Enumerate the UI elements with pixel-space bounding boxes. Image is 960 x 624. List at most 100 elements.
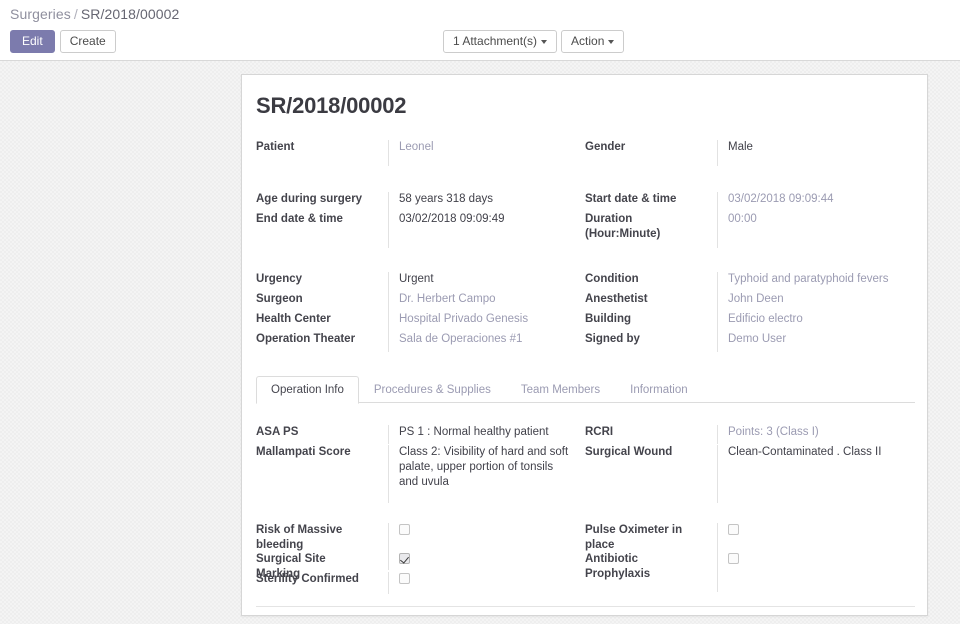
- field-value-condition[interactable]: Typhoid and paratyphoid fevers: [717, 272, 917, 292]
- notebook-tab-bar: Operation Info Procedures & Supplies Team …: [256, 375, 915, 404]
- field-label-rcri: RCRI: [585, 426, 614, 438]
- field-surgeon: Surgeon Dr. Herbert Campo: [256, 292, 581, 312]
- attachments-label: 1 Attachment(s): [453, 34, 538, 48]
- field-value-anesthetist[interactable]: John Deen: [717, 292, 917, 312]
- breadcrumb-current: SR/2018/00002: [80, 6, 180, 22]
- field-label-duration: Duration (Hour:Minute): [585, 212, 703, 242]
- field-label-end-date-time: End date & time: [256, 213, 343, 225]
- field-group-dates-right: Start date & time 03/02/2018 09:09:44 Du…: [585, 192, 915, 248]
- field-value-signed-by[interactable]: Demo User: [717, 332, 917, 352]
- field-value-duration[interactable]: 00:00: [717, 212, 917, 248]
- field-label-asa-ps: ASA PS: [256, 426, 299, 438]
- field-group-scores-right: RCRI Points: 3 (Class I) Surgical Wound …: [585, 425, 915, 503]
- field-condition: Condition Typhoid and paratyphoid fevers: [585, 272, 915, 292]
- tab-operation-info[interactable]: Operation Info: [256, 376, 359, 404]
- field-label-urgency: Urgency: [256, 273, 303, 285]
- field-label-pulse-oximeter-in-place: Pulse Oximeter in place: [585, 524, 683, 551]
- field-value-surgical-wound: Clean-Contaminated . Class II: [717, 445, 917, 503]
- chevron-down-icon: [608, 39, 615, 44]
- field-value-surgical-site-marking: [388, 552, 416, 570]
- field-signed-by: Signed by Demo User: [585, 332, 915, 352]
- checkbox-antibiotic-prophylaxis[interactable]: [728, 553, 739, 564]
- tab-information[interactable]: Information: [615, 376, 703, 403]
- field-age-during-surgery: Age during surgery 58 years 318 days: [256, 192, 581, 212]
- field-asa-ps: ASA PS PS 1 : Normal healthy patient: [256, 425, 581, 445]
- field-label-sterility-confirmed: Sterility Confirmed: [256, 573, 359, 585]
- field-label-mallampati-score: Mallampati Score: [256, 446, 351, 458]
- field-label-patient: Patient: [256, 141, 295, 153]
- section-divider: [256, 606, 915, 607]
- control-panel: Surgeries / SR/2018/00002 Edit Create 1 Att…: [0, 0, 960, 61]
- field-value-health-center[interactable]: Hospital Privado Genesis: [388, 312, 573, 332]
- field-value-operation-theater[interactable]: Sala de Operaciones #1: [388, 332, 573, 352]
- field-patient: Patient Leonel: [256, 140, 581, 166]
- form-sheet: SR/2018/00002 Patient Leonel Gender Male…: [241, 74, 928, 616]
- field-value-patient[interactable]: Leonel: [388, 140, 573, 166]
- field-label-building: Building: [585, 313, 631, 325]
- field-surgical-wound: Surgical Wound Clean-Contaminated . Clas…: [585, 445, 915, 503]
- field-group-dates-left: Age during surgery 58 years 318 days End…: [256, 192, 581, 248]
- field-label-condition: Condition: [585, 273, 639, 285]
- field-rcri: RCRI Points: 3 (Class I): [585, 425, 915, 445]
- field-label-risk-of-massive-bleeding: Risk of Massive bleeding: [256, 524, 343, 551]
- checkbox-risk-of-massive-bleeding[interactable]: [399, 524, 410, 535]
- field-gender: Gender Male: [585, 140, 915, 166]
- field-value-urgency: Urgent: [388, 272, 573, 292]
- field-label-operation-theater: Operation Theater: [256, 333, 356, 345]
- field-label-anesthetist: Anesthetist: [585, 293, 648, 305]
- field-label-gender: Gender: [585, 141, 626, 153]
- field-group-identity-left: Patient Leonel: [256, 140, 581, 166]
- field-group-clinical-right: Condition Typhoid and paratyphoid fevers…: [585, 272, 915, 352]
- field-group-scores-left: ASA PS PS 1 : Normal healthy patient Mal…: [256, 425, 581, 503]
- field-value-building[interactable]: Edificio electro: [717, 312, 917, 332]
- checkbox-pulse-oximeter-in-place[interactable]: [728, 524, 739, 535]
- field-value-age-during-surgery: 58 years 318 days: [388, 192, 573, 212]
- field-label-duration-line2: (Hour:Minute): [585, 228, 661, 240]
- field-value-mallampati-score: Class 2: Visibility of hard and soft pal…: [388, 445, 573, 503]
- field-label-health-center: Health Center: [256, 313, 331, 325]
- field-value-asa-ps: PS 1 : Normal healthy patient: [388, 425, 573, 444]
- tab-team-members[interactable]: Team Members: [506, 376, 615, 403]
- breadcrumb-root[interactable]: Surgeries: [10, 6, 71, 22]
- field-pulse-oximeter-in-place: Pulse Oximeter in place: [585, 523, 915, 552]
- field-label-antibiotic-prophylaxis: Antibiotic Prophylaxis: [585, 553, 651, 580]
- field-value-antibiotic-prophylaxis: [717, 552, 745, 592]
- field-antibiotic-prophylaxis: Antibiotic Prophylaxis: [585, 552, 915, 592]
- field-end-date-time: End date & time 03/02/2018 09:09:49: [256, 212, 581, 248]
- field-label-surgical-wound: Surgical Wound: [585, 446, 673, 458]
- checkbox-sterility-confirmed[interactable]: [399, 573, 410, 584]
- field-mallampati-score: Mallampati Score Class 2: Visibility of …: [256, 445, 581, 503]
- field-label-start-date-time: Start date & time: [585, 193, 677, 205]
- field-group-clinical-left: Urgency Urgent Surgeon Dr. Herbert Campo…: [256, 272, 581, 352]
- field-urgency: Urgency Urgent: [256, 272, 581, 292]
- field-value-risk-of-massive-bleeding: [388, 523, 416, 552]
- checkbox-surgical-site-marking[interactable]: [399, 553, 410, 564]
- field-value-pulse-oximeter-in-place: [717, 523, 745, 552]
- field-label-signed-by: Signed by: [585, 333, 640, 345]
- breadcrumb-separator: /: [73, 6, 78, 22]
- create-button[interactable]: Create: [59, 30, 116, 53]
- attachments-dropdown[interactable]: 1 Attachment(s): [443, 30, 558, 53]
- edit-button[interactable]: Edit: [10, 30, 55, 53]
- notebook: Operation Info Procedures & Supplies Team …: [256, 375, 915, 404]
- field-value-end-date-time[interactable]: 03/02/2018 09:09:49: [388, 212, 573, 248]
- field-label-duration-line1: Duration: [585, 213, 633, 225]
- page-title: SR/2018/00002: [256, 93, 407, 118]
- field-label-age-during-surgery: Age during surgery: [256, 193, 363, 205]
- action-dropdown[interactable]: Action: [561, 30, 625, 53]
- field-anesthetist: Anesthetist John Deen: [585, 292, 915, 312]
- field-risk-of-massive-bleeding: Risk of Massive bleeding: [256, 523, 581, 552]
- field-sterility-confirmed: Sterility Confirmed: [256, 572, 581, 594]
- field-value-sterility-confirmed: [388, 572, 416, 594]
- field-group-identity-right: Gender Male: [585, 140, 915, 166]
- field-value-surgeon[interactable]: Dr. Herbert Campo: [388, 292, 573, 312]
- field-start-date-time: Start date & time 03/02/2018 09:09:44: [585, 192, 915, 212]
- tab-procedures-supplies[interactable]: Procedures & Supplies: [359, 376, 506, 403]
- field-value-rcri[interactable]: Points: 3 (Class I): [717, 425, 917, 444]
- field-value-gender: Male: [717, 140, 917, 166]
- sidebar-action-buttons: 1 Attachment(s) Action: [443, 30, 625, 53]
- field-health-center: Health Center Hospital Privado Genesis: [256, 312, 581, 332]
- field-surgical-site-marking: Surgical Site Marking: [256, 552, 581, 580]
- field-value-start-date-time[interactable]: 03/02/2018 09:09:44: [717, 192, 917, 212]
- field-operation-theater: Operation Theater Sala de Operaciones #1: [256, 332, 581, 352]
